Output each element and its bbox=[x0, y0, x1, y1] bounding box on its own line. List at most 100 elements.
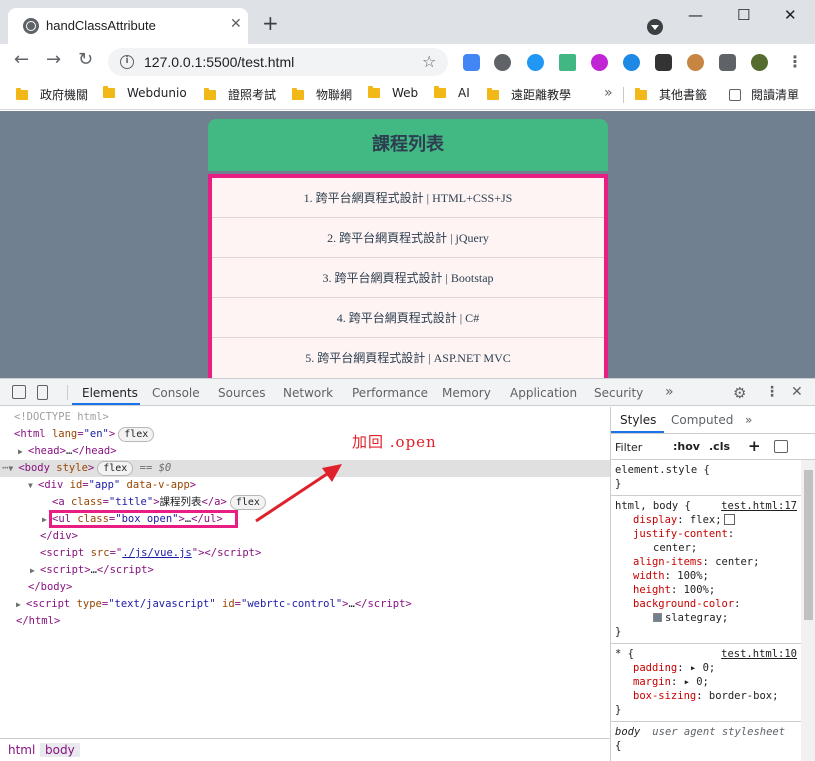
forward-button[interactable]: → bbox=[46, 51, 61, 69]
more-sidebar-tabs-button[interactable]: » bbox=[745, 413, 752, 427]
new-rule-button[interactable]: + bbox=[748, 437, 761, 455]
styles-sidebar: Styles Computed » :hov .cls + element.st… bbox=[610, 407, 815, 761]
tab-network[interactable]: Network bbox=[283, 386, 333, 400]
tab-computed[interactable]: Computed bbox=[671, 413, 733, 427]
reload-button[interactable]: ↻ bbox=[78, 51, 93, 69]
script-src-link[interactable]: ./js/vue.js bbox=[122, 547, 192, 559]
info-icon[interactable]: i bbox=[120, 55, 134, 69]
devtools-divider bbox=[67, 385, 68, 400]
device-toolbar-icon[interactable] bbox=[37, 385, 48, 400]
chat-extension-icon[interactable] bbox=[494, 54, 511, 71]
toggle-sidebar-icon[interactable] bbox=[774, 440, 788, 453]
dom-node-doctype[interactable]: <!DOCTYPE html> bbox=[0, 409, 610, 426]
bookmark-folder[interactable]: AI bbox=[434, 86, 470, 100]
bookmarks-divider bbox=[623, 87, 624, 103]
stylesheet-link[interactable]: test.html:17 bbox=[721, 499, 797, 513]
browser-tab[interactable]: handClassAttribute ✕ bbox=[8, 8, 248, 44]
bookmarks-overflow-button[interactable]: » bbox=[604, 85, 613, 101]
styles-scrollbar[interactable] bbox=[801, 460, 815, 761]
collapse-triangle-icon[interactable]: ▼ bbox=[8, 460, 18, 477]
url-text[interactable]: 127.0.0.1:5500/test.html bbox=[144, 54, 294, 70]
dom-node-html[interactable]: <html lang="en"> flex bbox=[0, 426, 610, 443]
back-button[interactable]: ← bbox=[14, 51, 29, 69]
expand-triangle-icon[interactable]: ▶ bbox=[18, 443, 28, 460]
flex-badge[interactable]: flex bbox=[118, 427, 155, 442]
tab-elements[interactable]: Elements bbox=[82, 386, 138, 400]
expand-triangle-icon[interactable]: ▶ bbox=[30, 562, 40, 579]
style-rule-user-agent: body user agent stylesheet { bbox=[615, 726, 786, 752]
dom-node-script-vue[interactable]: <script src="./js/vue.js"></script> bbox=[0, 545, 610, 562]
devtools-menu-icon[interactable]: ⋮ bbox=[765, 384, 779, 400]
list-item: 5. 跨平台網頁程式設計 | ASP.NET MVC bbox=[212, 338, 604, 378]
bookmark-folder[interactable]: 物聯網 bbox=[292, 86, 352, 103]
style-rule-element: element.style { } bbox=[611, 460, 801, 496]
dom-node-script-webrtc[interactable]: ▶ <script type="text/javascript" id="webr… bbox=[0, 596, 610, 613]
bookmark-folder[interactable]: Web bbox=[368, 86, 418, 100]
no-ads-extension-icon[interactable] bbox=[655, 54, 672, 71]
dom-breadcrumbs: html body bbox=[0, 738, 610, 761]
browser-toolbar: ← → ↻ i 127.0.0.1:5500/test.html ☆ ⋮ bbox=[0, 44, 815, 80]
tab-search-icon[interactable] bbox=[647, 19, 663, 35]
reading-list-icon bbox=[729, 89, 741, 101]
close-window-button[interactable]: ✕ bbox=[784, 6, 797, 24]
flex-badge[interactable]: flex bbox=[97, 461, 134, 476]
scrollbar-thumb[interactable] bbox=[804, 470, 813, 620]
hover-state-toggle[interactable]: :hov bbox=[673, 440, 700, 453]
dom-node-html-close[interactable]: </html> bbox=[0, 613, 610, 630]
styles-filter-input[interactable] bbox=[615, 438, 667, 456]
profile-avatar[interactable] bbox=[751, 54, 768, 71]
course-list-title[interactable]: 課程列表 bbox=[208, 119, 608, 171]
active-tab-indicator bbox=[72, 403, 140, 405]
breadcrumb-body[interactable]: body bbox=[40, 743, 80, 757]
class-toggle[interactable]: .cls bbox=[709, 440, 730, 453]
breadcrumb-html[interactable]: html bbox=[8, 743, 35, 757]
tab-styles[interactable]: Styles bbox=[620, 413, 656, 427]
active-tab-indicator bbox=[611, 431, 664, 433]
cookie-extension-icon[interactable] bbox=[687, 54, 704, 71]
tab-security[interactable]: Security bbox=[594, 386, 643, 400]
expand-triangle-icon[interactable]: ▶ bbox=[16, 596, 26, 613]
bookmark-folder[interactable]: 證照考試 bbox=[204, 86, 276, 103]
style-rule-universal: * { test.html:10 padding: ▸ 0; margin: ▸… bbox=[611, 644, 801, 722]
list-item: 3. 跨平台網頁程式設計 | Bootstap bbox=[212, 258, 604, 298]
bookmark-folder[interactable]: Webdunio bbox=[103, 86, 187, 100]
tab-memory[interactable]: Memory bbox=[442, 386, 491, 400]
stylesheet-link[interactable]: test.html:10 bbox=[721, 647, 797, 661]
bookmark-folder[interactable]: 遠距離教學 bbox=[487, 86, 571, 103]
browser-tab-strip: handClassAttribute ✕ + — ☐ ✕ bbox=[0, 0, 815, 44]
folder-icon bbox=[434, 86, 446, 98]
tab-console[interactable]: Console bbox=[152, 386, 200, 400]
extensions-puzzle-icon[interactable] bbox=[719, 54, 736, 71]
tab-close-icon[interactable]: ✕ bbox=[230, 16, 242, 32]
translate-extension-icon[interactable] bbox=[463, 54, 480, 71]
dom-node-body-close[interactable]: </body> bbox=[0, 579, 610, 596]
more-tabs-button[interactable]: » bbox=[665, 384, 674, 400]
styles-filter-bar: :hov .cls + bbox=[611, 434, 815, 460]
tab-sources[interactable]: Sources bbox=[218, 386, 265, 400]
reading-list-button[interactable]: 閱讀清單 bbox=[729, 86, 799, 103]
collapse-triangle-icon[interactable]: ▼ bbox=[28, 477, 38, 494]
settings-gear-icon[interactable]: ⚙ bbox=[733, 384, 746, 402]
browser-menu-icon[interactable]: ⋮ bbox=[787, 52, 803, 71]
tab-performance[interactable]: Performance bbox=[352, 386, 428, 400]
inspect-element-icon[interactable] bbox=[12, 385, 26, 399]
bookmark-folder[interactable]: 政府機關 bbox=[16, 86, 88, 103]
opera-extension-icon[interactable] bbox=[527, 54, 544, 71]
share-extension-icon[interactable] bbox=[623, 54, 640, 71]
dom-node-script[interactable]: ▶ <script>…</script> bbox=[0, 562, 610, 579]
color-swatch[interactable] bbox=[653, 613, 662, 622]
broadcast-extension-icon[interactable] bbox=[591, 54, 608, 71]
tab-application[interactable]: Application bbox=[510, 386, 577, 400]
bookmark-folder-other[interactable]: 其他書籤 bbox=[635, 86, 707, 103]
close-devtools-button[interactable]: ✕ bbox=[791, 384, 803, 400]
maximize-button[interactable]: ☐ bbox=[737, 6, 750, 24]
list-item: 2. 跨平台網頁程式設計 | jQuery bbox=[212, 218, 604, 258]
vue-devtools-icon[interactable] bbox=[559, 54, 576, 71]
minimize-button[interactable]: — bbox=[688, 6, 703, 24]
address-bar[interactable]: i 127.0.0.1:5500/test.html ☆ bbox=[108, 48, 448, 76]
folder-icon bbox=[487, 88, 499, 100]
new-tab-button[interactable]: + bbox=[262, 13, 279, 33]
dom-node-div-close[interactable]: </div> bbox=[0, 528, 610, 545]
bookmark-star-icon[interactable]: ☆ bbox=[422, 52, 436, 71]
flexbox-editor-icon[interactable] bbox=[723, 514, 735, 525]
